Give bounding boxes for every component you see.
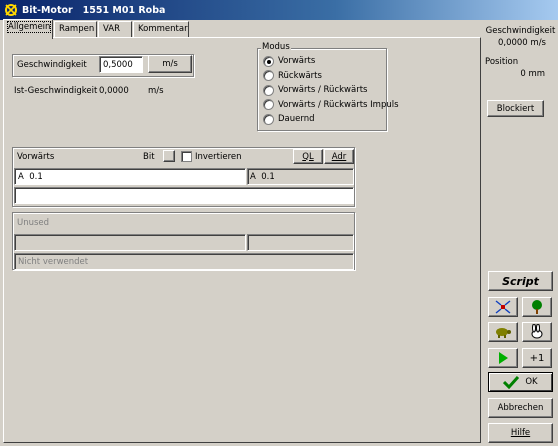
rabbit-icon	[531, 324, 543, 339]
radio-vor-rueck-impuls[interactable]: Vorwärts / Rückwärts Impuls	[263, 98, 399, 113]
script-button[interactable]: Script	[488, 271, 553, 291]
unused-note: Nicht verwendet	[14, 253, 354, 270]
tab-rampen[interactable]: Rampen	[54, 21, 97, 38]
rabbit-button[interactable]	[522, 322, 552, 342]
ok-label: OK	[525, 377, 538, 387]
forward-title: Vorwärts	[17, 152, 55, 162]
title-bar[interactable]: Bit-Motor 1551 M01 Roba	[0, 0, 558, 20]
ok-button[interactable]: OK	[488, 372, 553, 392]
address-display: A 0.1	[247, 168, 354, 185]
check-icon	[503, 375, 520, 389]
unused-title: Unused	[17, 218, 50, 228]
bit-toggle[interactable]	[163, 150, 175, 162]
unused-field-right	[247, 234, 354, 251]
turtle-button[interactable]	[488, 322, 518, 342]
radio-button[interactable]	[263, 84, 274, 96]
shrink-arrows-icon	[495, 300, 511, 314]
play-button[interactable]	[488, 348, 518, 368]
side-position-value: 0 mm	[520, 69, 545, 79]
tab-var[interactable]: VAR	[98, 21, 132, 38]
adr-button[interactable]: Adr	[324, 149, 354, 164]
radio-vor-rueck[interactable]: Vorwärts / Rückwärts	[263, 83, 399, 98]
tab-allgemein[interactable]: Allgemein	[3, 19, 53, 39]
bit-label: Bit	[143, 152, 155, 162]
shrink-arrows-button[interactable]	[488, 297, 518, 317]
side-position-label: Position	[485, 57, 519, 67]
cancel-button[interactable]: Abbrechen	[488, 398, 553, 418]
side-speed-label: Geschwindigkeit	[485, 26, 556, 36]
tree-button[interactable]	[522, 297, 552, 317]
unused-field-left	[14, 234, 246, 251]
radio-button[interactable]	[263, 70, 274, 82]
modus-options: Vorwärts Rückwärts Vorwärts / Rückwärts …	[263, 54, 399, 127]
play-icon	[499, 352, 508, 364]
help-button[interactable]: Hilfe	[488, 423, 553, 443]
actual-speed-value: 0,0000	[99, 86, 129, 96]
invert-checkbox[interactable]	[181, 151, 192, 162]
radio-button[interactable]	[263, 113, 274, 125]
modus-title: Modus	[261, 42, 291, 52]
radio-vorwaerts[interactable]: Vorwärts	[263, 54, 399, 69]
invert-label: Invertieren	[195, 152, 242, 162]
radio-button[interactable]	[263, 99, 274, 111]
radio-button[interactable]	[263, 55, 274, 67]
unit-button[interactable]: m/s	[148, 55, 192, 73]
comment-input[interactable]	[14, 187, 354, 204]
speed-input[interactable]: 0,5000	[99, 56, 143, 73]
motor-app-icon	[3, 2, 19, 18]
tab-kommentar[interactable]: Kommentar	[133, 21, 189, 38]
plus-one-button[interactable]: +1	[522, 348, 552, 368]
address-input[interactable]: A 0.1	[14, 168, 246, 185]
tree-icon	[532, 300, 542, 314]
radio-rueckwaerts[interactable]: Rückwärts	[263, 69, 399, 84]
window-title: Bit-Motor 1551 M01 Roba	[22, 4, 166, 16]
actual-speed-label: Ist-Geschwindigkeit	[14, 86, 98, 96]
radio-dauernd[interactable]: Dauernd	[263, 112, 399, 127]
blocked-button[interactable]: Blockiert	[487, 100, 544, 117]
ql-button[interactable]: QL	[293, 149, 323, 164]
actual-speed-unit: m/s	[148, 86, 164, 96]
speed-label: Geschwindigkeit	[17, 60, 87, 70]
side-speed-value: 0,0000 m/s	[497, 38, 546, 48]
turtle-icon	[496, 328, 511, 338]
